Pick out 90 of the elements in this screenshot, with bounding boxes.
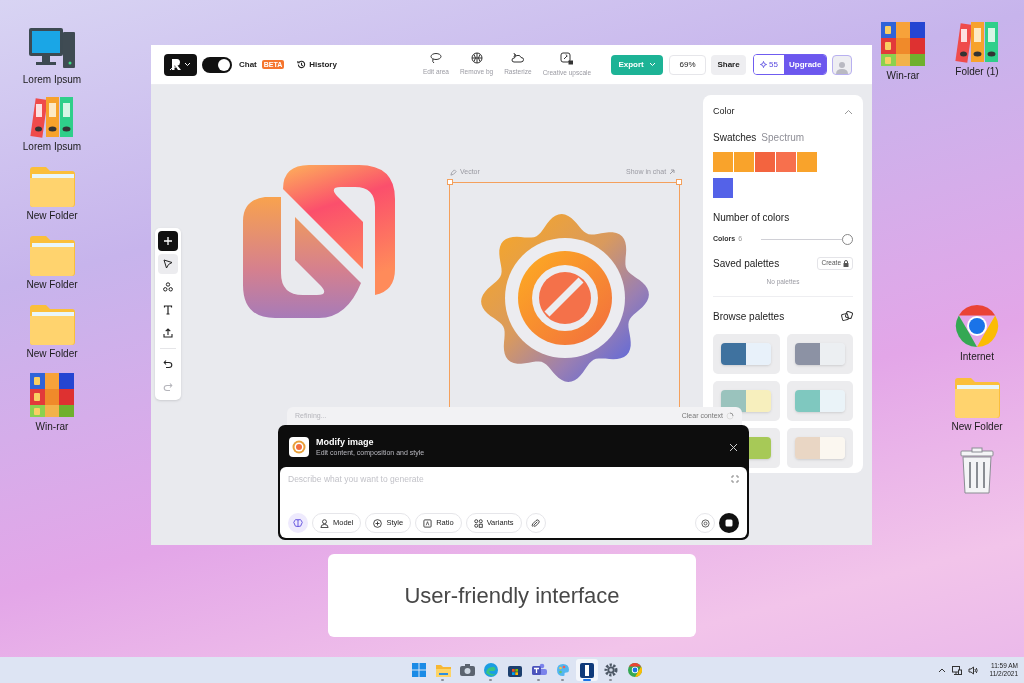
lasso-icon [429, 51, 442, 64]
settings-icon [604, 663, 618, 677]
shapes-icon [163, 282, 173, 292]
app-icon [580, 662, 594, 678]
archive-icon[interactable] [879, 20, 927, 68]
desktop-icon-label: Lorem Ipsum [22, 141, 82, 153]
pointer-icon [163, 259, 173, 269]
pen-icon [450, 168, 457, 176]
desktop-icon-label: Internet [960, 351, 994, 363]
undo-icon [163, 359, 173, 369]
chat-label[interactable]: Chat [239, 58, 257, 71]
arrow-icon [669, 169, 676, 176]
side-tool-button[interactable] [158, 254, 178, 274]
browser-icon [628, 663, 642, 677]
desktop-icon-label: Win-rar [886, 70, 920, 82]
history-button[interactable]: History [297, 58, 337, 71]
plus-icon [163, 236, 173, 246]
caption-text: User-friendly interface [404, 582, 620, 610]
panel-title: Color [713, 105, 735, 118]
logo-menu-button[interactable] [164, 53, 197, 76]
desktop-icon-label: Lorem Ipsum [22, 74, 82, 86]
binders-icon[interactable] [954, 20, 1000, 64]
color-swatch[interactable] [776, 151, 796, 172]
desktop-icon-label: Win-rar [35, 421, 69, 433]
palette-icon [556, 663, 570, 677]
resize-handle[interactable] [447, 179, 453, 185]
redo-icon [163, 382, 173, 392]
section-heading: Number of colors [713, 210, 791, 225]
expand-icon[interactable] [731, 475, 739, 484]
logo-icon [170, 58, 182, 71]
color-swatch[interactable] [734, 151, 754, 172]
monitor-icon[interactable] [951, 665, 962, 675]
binders-icon[interactable] [29, 95, 75, 139]
desktop-icon-label: New Folder [26, 210, 78, 222]
cloud-icon [511, 51, 525, 64]
windows-icon [412, 663, 426, 677]
section-heading: Saved palettes [713, 256, 780, 271]
taskbar-app-button[interactable] [576, 659, 598, 681]
folder-icon [435, 663, 451, 677]
ratio-icon [423, 518, 433, 528]
color-swatch[interactable] [755, 151, 775, 172]
colors-slider[interactable] [761, 233, 853, 245]
speaker-icon[interactable] [967, 665, 978, 675]
avatar-button[interactable] [832, 54, 853, 75]
color-swatch[interactable] [713, 177, 733, 198]
settings-icon [700, 518, 710, 528]
dice-icon[interactable] [841, 311, 853, 323]
desktop-icon-label: New Folder [26, 348, 78, 360]
palette-card[interactable] [786, 334, 853, 375]
caret-icon [648, 62, 656, 67]
close-icon[interactable] [729, 442, 738, 452]
slider-thumb[interactable] [842, 233, 853, 245]
color-swatch[interactable] [797, 151, 817, 172]
plus-circle-icon [373, 518, 383, 528]
palette-card[interactable] [713, 334, 780, 375]
person-icon [320, 518, 329, 528]
people-icon [531, 663, 547, 677]
desktop-icon-label: New Folder [951, 421, 1003, 433]
upload-icon [163, 328, 173, 338]
paperclip-icon [531, 518, 541, 528]
text-icon [163, 305, 173, 315]
person-icon [836, 59, 849, 74]
brain-button[interactable] [288, 513, 308, 533]
browser-icon [484, 663, 498, 677]
trash-icon[interactable] [957, 447, 997, 495]
lock-icon [843, 259, 849, 267]
desktop-icon-label: Folder (1) [955, 66, 999, 78]
zoom-level-button[interactable]: 69% [669, 54, 707, 75]
browser-icon[interactable] [954, 303, 1000, 349]
stop-button[interactable] [719, 513, 739, 533]
section-heading: Browse palettes [713, 310, 785, 325]
dialog-title: Modify image [316, 436, 375, 448]
resize-handle[interactable] [676, 179, 682, 185]
history-icon [297, 60, 307, 69]
sphere-icon [470, 51, 483, 64]
upgrade-button[interactable]: Upgrade [783, 55, 827, 74]
archive-icon[interactable] [28, 371, 76, 419]
panel-tab[interactable]: Swatches [713, 129, 757, 145]
desktop-icon-label: New Folder [26, 279, 78, 291]
store-icon [508, 663, 522, 677]
variants-icon [473, 518, 483, 528]
spinner-icon [726, 412, 734, 420]
caret-icon [184, 62, 191, 67]
mode-toggle[interactable] [202, 56, 232, 73]
side-tool-button[interactable] [158, 231, 178, 251]
color-swatch[interactable] [713, 151, 733, 172]
chevron-up-icon[interactable] [937, 667, 946, 673]
share-button[interactable]: Share [711, 54, 747, 75]
camera-icon [459, 664, 475, 676]
stop-icon [725, 519, 733, 527]
